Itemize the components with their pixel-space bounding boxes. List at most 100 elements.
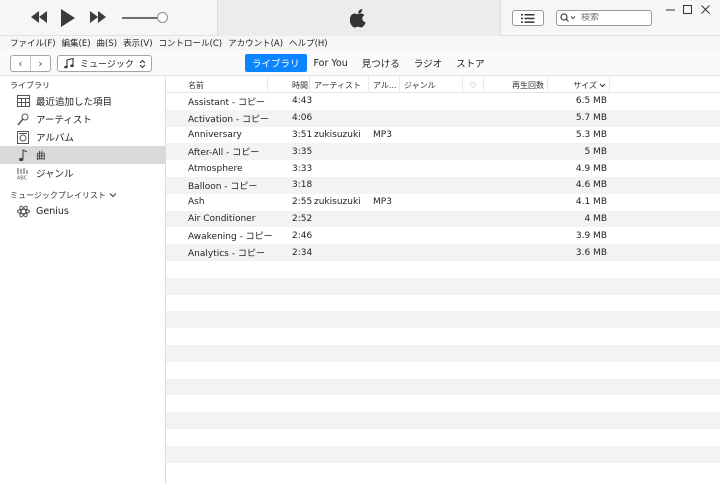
menu-controls[interactable]: コントロール(C)	[159, 37, 223, 49]
table-row	[166, 429, 720, 446]
cell-time: 4:43	[292, 96, 312, 107]
tab-store[interactable]: ストア	[449, 54, 492, 72]
cell-artist	[314, 227, 369, 244]
history-navigation: ‹ ›	[10, 55, 51, 72]
volume-slider-track[interactable]	[122, 17, 162, 19]
cell-name: Ash	[188, 197, 205, 208]
table-row[interactable]: Air Conditioner 2:52 4 MB	[166, 210, 720, 228]
up-down-chevron-icon	[139, 59, 146, 69]
table-row	[166, 328, 720, 345]
volume-slider-knob[interactable]	[157, 12, 168, 23]
minimize-icon[interactable]	[662, 2, 678, 16]
back-arrow-icon[interactable]: ‹	[11, 56, 31, 71]
forward-arrow-icon[interactable]: ›	[31, 56, 50, 71]
cell-artist: zukisuzuki	[314, 129, 361, 140]
cell-album: MP3	[373, 129, 392, 140]
cell-album	[373, 143, 400, 160]
cell-size: 6.5 MB	[575, 96, 607, 107]
sidebar-item-recently-added[interactable]: 最近追加した項目	[0, 92, 165, 110]
sidebar-item-genius[interactable]: Genius	[0, 202, 165, 220]
sidebar: ライブラリ 最近追加した項目 アーティスト アルバム 曲 ABC ジャンル ミュ…	[0, 77, 166, 484]
cell-name: Anniversary	[188, 129, 242, 140]
sidebar-item-albums[interactable]: アルバム	[0, 128, 165, 146]
cell-size: 4.1 MB	[575, 197, 607, 208]
menu-help[interactable]: ヘルプ(H)	[289, 37, 328, 49]
maximize-icon[interactable]	[679, 2, 695, 16]
column-header-album[interactable]: アル...	[369, 77, 400, 93]
fast-forward-icon[interactable]	[89, 10, 107, 24]
table-header: 名前 時間 アーティスト アル... ジャンル ♡ 再生回数 サイズ	[166, 77, 720, 93]
up-next-list-button[interactable]	[512, 10, 544, 26]
table-row[interactable]: Analytics - コピー 2:34 3.6 MB	[166, 244, 720, 261]
cell-time: 2:34	[292, 247, 312, 258]
cell-artist	[314, 93, 369, 110]
menu-bar: ファイル(F) 編集(E) 曲(S) 表示(V) コントロール(C) アカウント…	[0, 36, 720, 50]
cell-name: After-All - コピー	[188, 148, 260, 159]
cell-artist	[314, 160, 369, 177]
column-header-name[interactable]: 名前	[184, 77, 268, 93]
table-row	[166, 362, 720, 379]
cell-time: 2:52	[292, 213, 312, 224]
cell-album	[373, 227, 400, 244]
table-row[interactable]: Activation - コピー 4:06 5.7 MB	[166, 109, 720, 127]
cell-album	[373, 244, 400, 261]
search-field[interactable]	[556, 10, 652, 26]
now-playing-display	[217, 0, 501, 36]
main-tabs: ライブラリ For You 見つける ラジオ ストア	[245, 54, 492, 72]
menu-song[interactable]: 曲(S)	[97, 37, 118, 49]
table-row[interactable]: Atmosphere 3:33 4.9 MB	[166, 160, 720, 177]
table-row[interactable]: Awakening - コピー 2:46 3.9 MB	[166, 227, 720, 244]
table-row[interactable]: Balloon - コピー 3:18 4.6 MB	[166, 176, 720, 194]
cell-artist	[314, 177, 369, 194]
cell-size: 5.3 MB	[575, 129, 607, 140]
tab-library[interactable]: ライブラリ	[245, 54, 307, 72]
sidebar-item-artists[interactable]: アーティスト	[0, 110, 165, 128]
menu-edit[interactable]: 編集(E)	[62, 37, 91, 49]
table-row[interactable]: Ash 2:55 zukisuzuki MP3 4.1 MB	[166, 194, 720, 211]
cell-album	[373, 110, 400, 127]
column-header-plays[interactable]: 再生回数	[484, 77, 548, 93]
tab-radio[interactable]: ラジオ	[407, 54, 449, 72]
cell-name: Air Conditioner	[188, 213, 256, 224]
table-row[interactable]: After-All - コピー 3:35 5 MB	[166, 143, 720, 161]
column-header-artist[interactable]: アーティスト	[310, 77, 369, 93]
menu-file[interactable]: ファイル(F)	[10, 37, 56, 49]
table-row	[166, 311, 720, 329]
playlists-heading[interactable]: ミュージックプレイリスト	[0, 188, 165, 202]
search-input[interactable]	[581, 13, 641, 23]
menu-account[interactable]: アカウント(A)	[228, 37, 283, 49]
media-type-select[interactable]: ミュージック	[57, 55, 152, 72]
column-header-loved[interactable]: ♡	[463, 77, 484, 93]
menu-view[interactable]: 表示(V)	[123, 37, 152, 49]
cell-size: 4 MB	[584, 213, 607, 224]
sidebar-item-label: Genius	[36, 205, 69, 217]
tab-browse[interactable]: 見つける	[355, 54, 407, 72]
table-row[interactable]: Anniversary 3:51 zukisuzuki MP3 5.3 MB	[166, 127, 720, 144]
sidebar-item-genres[interactable]: ABC ジャンル	[0, 164, 165, 182]
music-note-icon	[16, 148, 30, 162]
column-header-time[interactable]: 時間	[288, 77, 310, 93]
cell-size: 3.9 MB	[575, 230, 607, 241]
sidebar-item-label: 曲	[36, 151, 46, 162]
table-row	[166, 412, 720, 429]
play-icon[interactable]	[60, 8, 76, 28]
sidebar-item-label: 最近追加した項目	[36, 97, 113, 108]
cell-time: 4:06	[292, 113, 312, 124]
library-heading: ライブラリ	[10, 80, 50, 90]
table-row	[166, 295, 720, 312]
chevron-down-icon	[599, 83, 606, 87]
sidebar-item-label: ジャンル	[36, 169, 74, 180]
column-header-genre[interactable]: ジャンル	[400, 77, 463, 93]
column-header-size[interactable]: サイズ	[548, 77, 610, 93]
table-row	[166, 463, 720, 480]
song-list: 名前 時間 アーティスト アル... ジャンル ♡ 再生回数 サイズ Assis…	[166, 77, 720, 484]
sidebar-item-songs[interactable]: 曲	[0, 146, 165, 164]
tab-for-you[interactable]: For You	[307, 54, 355, 72]
close-icon[interactable]	[697, 2, 713, 16]
cell-name: Analytics - コピー	[188, 249, 265, 260]
rewind-icon[interactable]	[30, 10, 48, 24]
cell-artist	[314, 244, 369, 261]
table-row[interactable]: Assistant - コピー 4:43 6.5 MB	[166, 93, 720, 110]
genius-atom-icon	[16, 204, 30, 218]
cell-size: 5 MB	[584, 146, 607, 157]
